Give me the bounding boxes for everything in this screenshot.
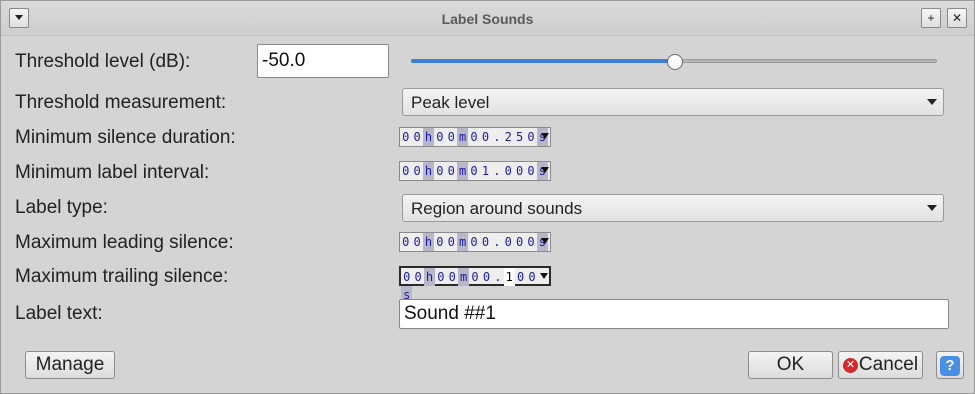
timecode-digit[interactable]: 0 xyxy=(411,162,422,180)
timecode-digit[interactable]: 0 xyxy=(434,162,445,180)
timecode-digit: . xyxy=(493,235,501,249)
timecode-digit[interactable]: 0 xyxy=(435,268,446,286)
timecode-digit[interactable]: 0 xyxy=(525,128,536,146)
timecode-digit[interactable]: 0 xyxy=(434,128,445,146)
label-sounds-dialog: Label Sounds + ✕ Threshold level (dB): -… xyxy=(0,0,975,394)
chevron-down-icon[interactable] xyxy=(541,133,549,139)
chevron-down-icon[interactable] xyxy=(541,238,549,244)
timecode-digit[interactable]: 0 xyxy=(514,162,525,180)
label-type-label: Label type: xyxy=(15,197,108,218)
title-bar[interactable]: Label Sounds + ✕ xyxy=(1,1,974,36)
timecode-unit: m xyxy=(456,162,469,180)
label-type-dropdown[interactable]: Region around sounds xyxy=(402,194,944,222)
label-text-input[interactable]: Sound ##1 xyxy=(399,299,949,329)
timecode-digit[interactable]: 0 xyxy=(526,268,537,286)
help-icon: ? xyxy=(940,356,960,376)
timecode-digit[interactable]: 0 xyxy=(411,233,422,251)
close-button[interactable]: ✕ xyxy=(947,8,967,28)
timecode-unit: h xyxy=(423,268,436,286)
threshold-slider-fill xyxy=(411,59,674,63)
timecode-digit[interactable]: 0 xyxy=(525,233,536,251)
timecode-digit: . xyxy=(494,270,502,284)
timecode-digit[interactable]: 0 xyxy=(468,233,479,251)
manage-button[interactable]: Manage xyxy=(25,351,115,379)
label-text-label: Label text: xyxy=(15,303,103,324)
timecode-digit[interactable]: 0 xyxy=(503,162,514,180)
timecode-digit[interactable]: 0 xyxy=(481,268,492,286)
timecode-digit[interactable]: 0 xyxy=(469,268,480,286)
timecode-digit[interactable]: 0 xyxy=(514,233,525,251)
timecode-digit[interactable]: 0 xyxy=(480,128,491,146)
max-trailing-silence-timecode[interactable]: 0 0 h 0 0 m 0 0. 1 0 0s xyxy=(399,266,551,304)
chevron-down-icon[interactable] xyxy=(540,273,548,279)
chevron-down-icon xyxy=(927,205,937,211)
threshold-measurement-label: Threshold measurement: xyxy=(15,92,227,113)
timecode-digit[interactable]: 0 xyxy=(412,268,423,286)
timecode-digit[interactable]: 0 xyxy=(434,233,445,251)
chevron-down-icon xyxy=(927,99,937,105)
min-label-interval-label: Minimum label interval: xyxy=(15,162,210,183)
max-leading-silence-timecode[interactable]: 00h00m00.000s xyxy=(399,232,551,252)
min-label-interval-timecode[interactable]: 00h00m01.000s xyxy=(399,161,551,181)
ok-button[interactable]: OK xyxy=(748,351,833,379)
timecode-digit[interactable]: 0 xyxy=(400,128,411,146)
timecode-digit[interactable]: 0 xyxy=(468,162,479,180)
timecode-digit[interactable]: 0 xyxy=(525,162,536,180)
timecode-digit[interactable]: 5 xyxy=(514,128,525,146)
min-silence-duration-label: Minimum silence duration: xyxy=(15,127,236,148)
timecode-digit[interactable]: 0 xyxy=(446,233,457,251)
threshold-level-input[interactable]: -50.0 xyxy=(257,44,389,78)
help-button[interactable]: ? xyxy=(936,351,964,379)
timecode-unit: h xyxy=(422,162,435,180)
threshold-slider-handle[interactable] xyxy=(667,54,683,70)
timecode-digit[interactable]: 0 xyxy=(503,233,514,251)
timecode-unit: m xyxy=(456,233,469,251)
timecode-digit[interactable]: 0 xyxy=(400,162,411,180)
timecode-digit[interactable]: 1 xyxy=(480,162,491,180)
timecode-digit: . xyxy=(493,164,501,178)
chevron-down-icon[interactable] xyxy=(541,167,549,173)
timecode-digit[interactable]: 0 xyxy=(447,268,458,286)
timecode-digit: . xyxy=(493,130,501,144)
cancel-label: Cancel xyxy=(858,354,919,375)
label-type-value: Region around sounds xyxy=(411,199,583,218)
cancel-icon: ✕ xyxy=(842,358,858,373)
threshold-level-label: Threshold level (dB): xyxy=(15,51,191,72)
timecode-digit[interactable]: 0 xyxy=(400,233,411,251)
timecode-digit[interactable]: 0 xyxy=(446,128,457,146)
threshold-measurement-dropdown[interactable]: Peak level xyxy=(402,88,944,116)
cancel-button[interactable]: ✕ Cancel xyxy=(838,351,923,379)
min-silence-duration-timecode[interactable]: 00h00m00.250s xyxy=(399,127,551,147)
timecode-unit: m xyxy=(457,268,470,286)
timecode-digit[interactable]: 0 xyxy=(446,162,457,180)
timecode-unit: h xyxy=(422,128,435,146)
timecode-unit: m xyxy=(456,128,469,146)
max-leading-silence-label: Maximum leading silence: xyxy=(15,232,234,253)
timecode-digit[interactable]: 0 xyxy=(411,128,422,146)
timecode-digit[interactable]: 2 xyxy=(503,128,514,146)
pin-button[interactable]: + xyxy=(921,8,941,28)
timecode-digit[interactable]: 0 xyxy=(515,268,526,286)
timecode-unit: h xyxy=(422,233,435,251)
timecode-digit[interactable]: 1 xyxy=(503,268,515,286)
window-title: Label Sounds xyxy=(441,11,534,27)
timecode-digit[interactable]: 0 xyxy=(480,233,491,251)
timecode-digit[interactable]: 0 xyxy=(401,268,412,286)
max-trailing-silence-label: Maximum trailing silence: xyxy=(15,266,229,287)
timecode-digit[interactable]: 0 xyxy=(468,128,479,146)
threshold-measurement-value: Peak level xyxy=(411,93,490,112)
